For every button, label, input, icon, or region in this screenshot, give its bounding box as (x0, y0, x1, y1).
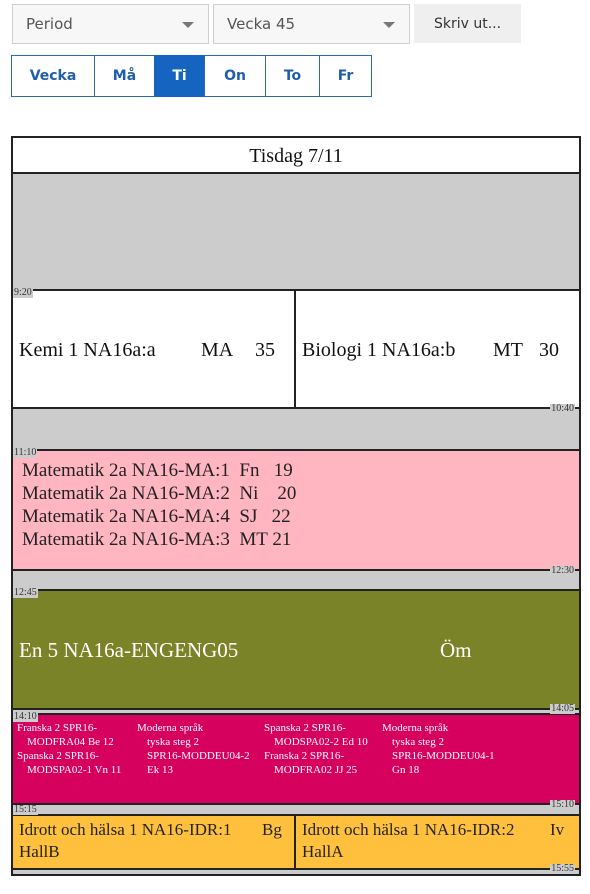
lesson-line: SPR16-MODDEU04-1 (392, 750, 495, 762)
tab-ma[interactable]: Må (94, 55, 155, 97)
lesson-line: Ek 13 (147, 764, 173, 776)
lesson-kemi[interactable]: Kemi 1 NA16a:a MA 35 (13, 291, 294, 407)
day-schedule: Tisdag 7/11 Kemi 1 NA16a:a MA 35 Biologi… (11, 136, 581, 876)
lesson-field: Matematik 2a NA16-MA:2 (22, 483, 230, 504)
lesson-line: MODFRA02 JJ 25 (274, 764, 358, 776)
lesson-line: Spanska 2 SPR16- (264, 722, 346, 734)
period-select[interactable]: Period (12, 4, 209, 44)
lesson-idrott-1[interactable]: Idrott och hälsa 1 NA16-IDR:1 Bg HallB (13, 816, 294, 868)
lesson-line: Franska 2 SPR16- (17, 722, 98, 734)
lesson-teacher: Bg (262, 820, 282, 839)
end-time: 12:30 (550, 565, 575, 576)
end-time: 15:55 (550, 863, 575, 874)
week-select[interactable]: Vecka 45 (213, 4, 410, 44)
start-time: 14:10 (13, 711, 38, 722)
lesson-biologi[interactable]: Biologi 1 NA16a:b MT 30 (296, 291, 579, 407)
chevron-down-icon (383, 22, 395, 28)
language-column: Spanska 2 SPR16- MODSPA02-2 Ed 10 Fransk… (264, 721, 368, 777)
block-engelska[interactable]: En 5 NA16a-ENGENG05 Öm (13, 589, 579, 710)
lesson-room: HallA (302, 842, 344, 861)
lesson-idrott-2[interactable]: Idrott och hälsa 1 NA16-IDR:2 Iv HallA (296, 816, 579, 868)
end-time: 15:10 (550, 799, 575, 810)
end-time: 14:05 (550, 703, 575, 714)
tab-to[interactable]: To (265, 55, 320, 97)
start-time: 12:45 (13, 587, 38, 598)
tab-on[interactable]: On (204, 55, 266, 97)
tab-fr[interactable]: Fr (319, 55, 372, 97)
lesson-teacher: MA (201, 339, 234, 361)
lesson-line: Gn 18 (392, 764, 420, 776)
chevron-down-icon (182, 22, 194, 28)
block-idrott: Idrott och hälsa 1 NA16-IDR:1 Bg HallB I… (13, 814, 579, 870)
start-time: 15:15 (13, 804, 38, 815)
lesson-room: HallB (19, 842, 60, 861)
start-time: 9:20 (13, 287, 33, 298)
lesson-course: Idrott och hälsa 1 NA16-IDR:2 (302, 820, 515, 839)
lesson-line: Spanska 2 SPR16- (17, 750, 99, 762)
week-select-value: Vecka 45 (227, 15, 296, 33)
block-kemi-biologi: Kemi 1 NA16a:a MA 35 Biologi 1 NA16a:b M… (13, 289, 579, 409)
lesson-field: 20 (277, 483, 297, 504)
start-time: 11:10 (13, 447, 38, 458)
lesson-course: En 5 NA16a-ENGENG05 (19, 638, 239, 662)
lesson-room: 35 (255, 339, 275, 361)
lesson-field: SJ (239, 506, 258, 527)
lesson-room: 30 (539, 339, 559, 361)
lesson-course: Kemi 1 NA16a:a (19, 339, 156, 361)
lesson-line: Moderna språk (137, 722, 204, 734)
lesson-line: Matematik 2a NA16-MA:3 MT 21 (22, 528, 296, 551)
lesson-field: 22 (271, 506, 291, 527)
lesson-field: Matematik 2a NA16-MA:1 (22, 460, 230, 481)
lesson-line: MODSPA02-2 Ed 10 (274, 736, 368, 748)
lesson-field: MT (239, 529, 268, 550)
day-title: Tisdag 7/11 (13, 138, 579, 174)
lesson-lines: Matematik 2a NA16-MA:1 Fn 19 Matematik 2… (22, 459, 296, 551)
lesson-teacher: Iv (550, 820, 565, 839)
lesson-line: Matematik 2a NA16-MA:4 SJ 22 (22, 505, 296, 528)
print-button[interactable]: Skriv ut... (414, 4, 521, 43)
lesson-line: Franska 2 SPR16- (264, 750, 345, 762)
lesson-teacher: MT (493, 339, 523, 361)
lesson-field: Matematik 2a NA16-MA:4 (22, 506, 230, 527)
end-time: 10:40 (550, 403, 575, 414)
lesson-field: Fn (239, 460, 260, 481)
lesson-line: Moderna språk (382, 722, 449, 734)
language-column: Moderna språk tyska steg 2 SPR16-MODDEU0… (137, 721, 250, 777)
lesson-field: Matematik 2a NA16-MA:3 (22, 529, 230, 550)
lesson-course: Biologi 1 NA16a:b (302, 339, 456, 361)
period-select-value: Period (26, 15, 73, 33)
block-sprak[interactable]: Franska 2 SPR16- MODFRA04 Be 12 Spanska … (13, 713, 579, 805)
lesson-line: MODSPA02-1 Vn 11 (27, 764, 122, 776)
lesson-line: tyska steg 2 (147, 736, 199, 748)
tab-vecka[interactable]: Vecka (11, 55, 95, 97)
language-column: Moderna språk tyska steg 2 SPR16-MODDEU0… (382, 721, 495, 777)
day-tabs: Vecka Må Ti On To Fr (11, 55, 372, 97)
lesson-field: 21 (272, 529, 292, 550)
lesson-teacher: Öm (440, 638, 472, 662)
lesson-line: Matematik 2a NA16-MA:1 Fn 19 (22, 459, 296, 482)
tab-ti[interactable]: Ti (154, 55, 205, 97)
lesson-line: tyska steg 2 (392, 736, 444, 748)
lesson-field: 19 (273, 460, 293, 481)
lesson-line: SPR16-MODDEU04-2 (147, 750, 250, 762)
lesson-course: Idrott och hälsa 1 NA16-IDR:1 (19, 820, 232, 839)
lesson-line: MODFRA04 Be 12 (27, 736, 114, 748)
block-matematik[interactable]: Matematik 2a NA16-MA:1 Fn 19 Matematik 2… (13, 449, 579, 571)
lesson-line: Matematik 2a NA16-MA:2 Ni 20 (22, 482, 296, 505)
lesson-field: Ni (239, 483, 259, 504)
language-column: Franska 2 SPR16- MODFRA04 Be 12 Spanska … (17, 721, 121, 777)
